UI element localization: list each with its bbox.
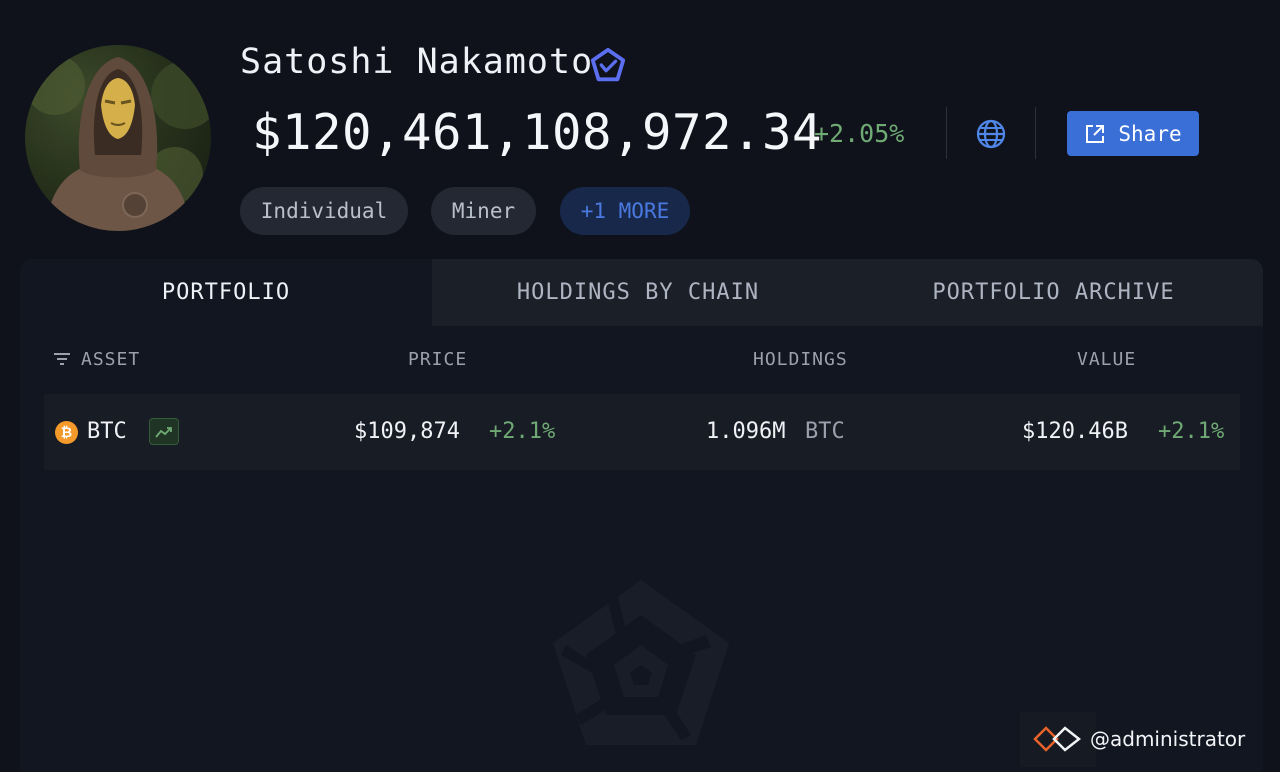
credit-handle: @administrator bbox=[1090, 727, 1246, 751]
pentagon-logo-watermark bbox=[546, 575, 736, 755]
profile-avatar bbox=[25, 45, 211, 231]
holdings-unit: BTC bbox=[805, 419, 845, 444]
balance-change: +2.05% bbox=[814, 119, 905, 148]
divider bbox=[946, 107, 947, 159]
table-row[interactable]: ₿ BTC $109,874 +2.1% 1.096M BTC $120.46B… bbox=[44, 394, 1240, 470]
asset-symbol: BTC bbox=[87, 419, 127, 444]
share-label: Share bbox=[1118, 121, 1182, 146]
filter-icon[interactable] bbox=[53, 352, 71, 366]
globe-icon[interactable] bbox=[975, 118, 1007, 150]
tab-portfolio-archive[interactable]: PORTFOLIO ARCHIVE bbox=[844, 259, 1263, 326]
verified-pentagon-icon bbox=[589, 47, 627, 85]
more-tags-button[interactable]: +1 MORE bbox=[560, 187, 690, 235]
total-balance: $120,461,108,972.34 bbox=[252, 104, 823, 161]
profile-name: Satoshi Nakamoto bbox=[240, 42, 594, 82]
column-holdings[interactable]: HOLDINGS bbox=[753, 349, 848, 370]
profile-page: Satoshi Nakamoto $120,461,108,972.34 +2.… bbox=[0, 0, 1280, 772]
value-change: +2.1% bbox=[1158, 419, 1225, 444]
divider bbox=[1035, 107, 1036, 159]
tag-individual[interactable]: Individual bbox=[240, 187, 408, 235]
holdings-amount: 1.096M bbox=[706, 419, 786, 444]
trend-chart-icon[interactable] bbox=[149, 418, 179, 445]
asset-price: $109,874 bbox=[354, 419, 460, 444]
share-button[interactable]: Share bbox=[1067, 111, 1199, 156]
linked-diamonds-icon bbox=[1032, 723, 1082, 755]
tab-holdings-by-chain[interactable]: HOLDINGS BY CHAIN bbox=[432, 259, 844, 326]
external-share-icon bbox=[1084, 123, 1106, 145]
bitcoin-icon: ₿ bbox=[55, 421, 78, 444]
asset-value: $120.46B bbox=[1022, 419, 1128, 444]
tab-portfolio[interactable]: PORTFOLIO bbox=[20, 259, 432, 326]
column-price[interactable]: PRICE bbox=[408, 349, 467, 370]
tab-bar: PORTFOLIO HOLDINGS BY CHAIN PORTFOLIO AR… bbox=[20, 259, 1263, 326]
tag-miner[interactable]: Miner bbox=[431, 187, 536, 235]
column-asset[interactable]: ASSET bbox=[81, 349, 140, 370]
price-change: +2.1% bbox=[489, 419, 556, 444]
column-value[interactable]: VALUE bbox=[1077, 349, 1136, 370]
